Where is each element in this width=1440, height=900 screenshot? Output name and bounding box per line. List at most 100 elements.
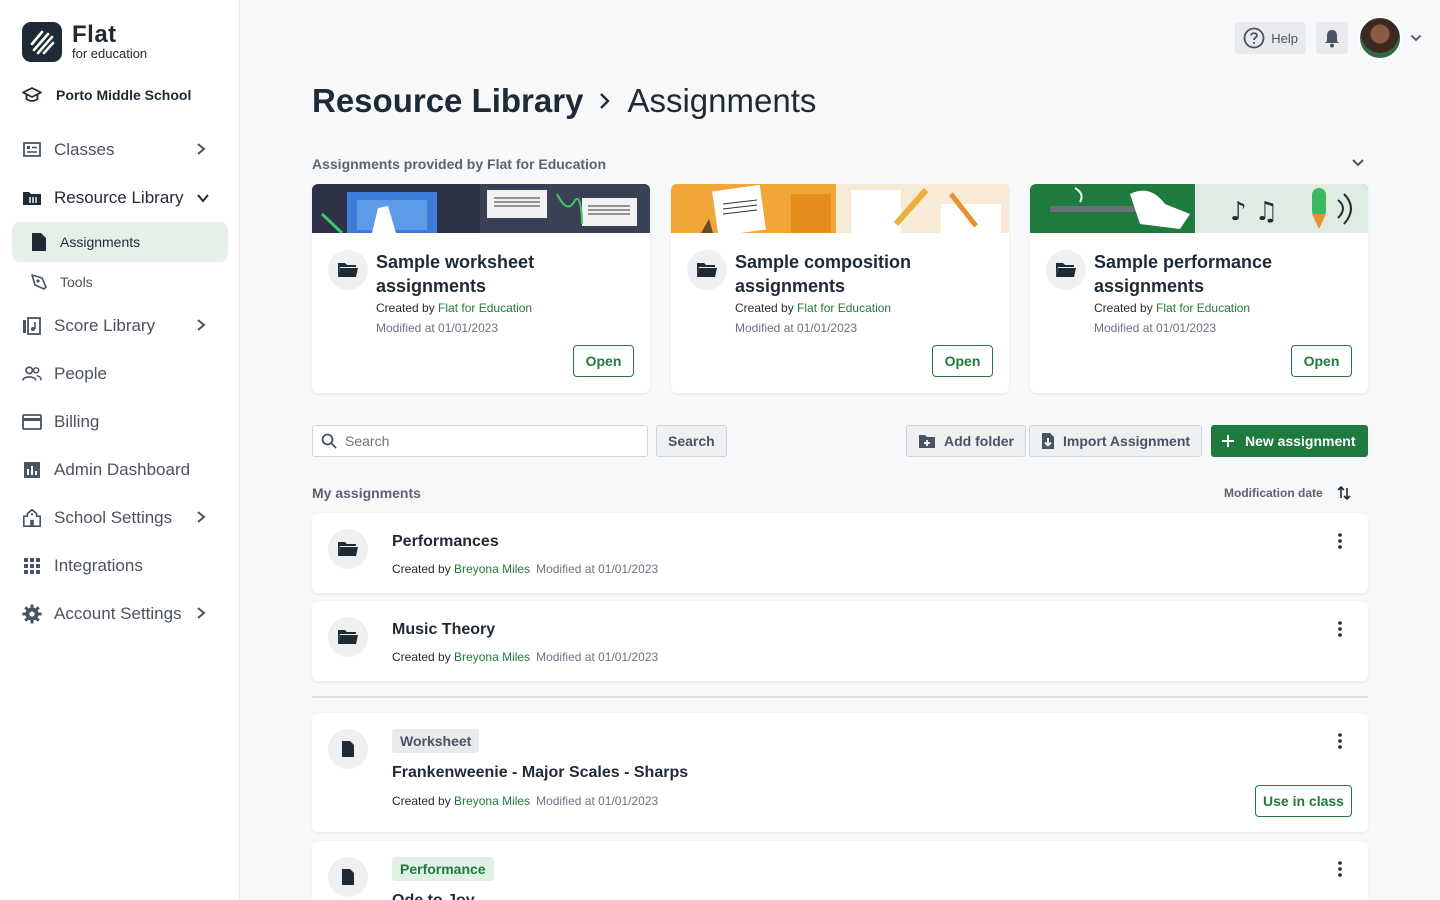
row-meta: Created by Breyona Miles Modified at 01/0… — [392, 650, 659, 664]
author-link[interactable]: Flat for Education — [1156, 301, 1250, 315]
flat-logo-icon — [22, 22, 62, 62]
new-assignment-button[interactable]: New assignment — [1211, 425, 1368, 457]
graduation-cap-icon — [22, 87, 42, 102]
assignment-row[interactable]: Performance Ode to Joy — [312, 841, 1368, 900]
help-button[interactable]: Help — [1235, 22, 1306, 54]
author-link[interactable]: Flat for Education — [438, 301, 532, 315]
sidebar: Flat for education Porto Middle School C… — [0, 0, 240, 900]
sample-card-worksheet[interactable]: Sample worksheet assignments Created by … — [312, 184, 650, 393]
add-folder-button[interactable]: Add folder — [906, 425, 1026, 457]
sort-label[interactable]: Modification date — [1224, 486, 1323, 500]
open-button[interactable]: Open — [1291, 345, 1352, 377]
sample-card-performance[interactable]: ♪ ♫ Sample performance assignments Creat… — [1030, 184, 1368, 393]
school-name: Porto Middle School — [56, 87, 192, 103]
assignment-row[interactable]: Worksheet Frankenweenie - Major Scales -… — [312, 713, 1368, 832]
more-options-icon[interactable] — [1332, 619, 1348, 639]
question-circle-icon — [1243, 27, 1265, 49]
chevron-right-icon — [197, 607, 206, 619]
open-button[interactable]: Open — [932, 345, 993, 377]
author-link[interactable]: Flat for Education — [797, 301, 891, 315]
app-logo[interactable]: Flat for education — [22, 22, 147, 62]
sidebar-item-label: Resource Library — [54, 188, 184, 207]
logo-title: Flat — [72, 21, 117, 48]
sidebar-item-label: Score Library — [54, 316, 156, 335]
sort-icon[interactable] — [1337, 485, 1351, 501]
my-assignments-title: My assignments — [312, 485, 421, 501]
more-options-icon[interactable] — [1332, 531, 1348, 551]
chevron-down-icon[interactable] — [1410, 34, 1422, 42]
page-title: Assignments — [627, 82, 817, 119]
sidebar-nav: Classes Resource Library Assignments Too… — [0, 126, 240, 638]
pen-tool-icon — [30, 273, 48, 291]
author-link[interactable]: Breyona Miles — [454, 562, 530, 576]
school-icon — [22, 508, 42, 528]
sidebar-item-label: Admin Dashboard — [54, 460, 191, 479]
sidebar-item-account-settings[interactable]: Account Settings — [0, 590, 240, 638]
author-link[interactable]: Breyona Miles — [454, 794, 530, 808]
open-button[interactable]: Open — [573, 345, 634, 377]
chevron-down-icon[interactable] — [1351, 156, 1365, 170]
chevron-right-icon — [197, 319, 206, 331]
school-selector[interactable]: Porto Middle School — [22, 86, 191, 104]
sidebar-item-label: Classes — [54, 140, 115, 159]
grid-icon — [22, 556, 42, 576]
breadcrumb-parent[interactable]: Resource Library — [312, 82, 583, 120]
use-in-class-button[interactable]: Use in class — [1255, 785, 1352, 817]
card-author: Created by Flat for Education — [1094, 301, 1251, 315]
sidebar-item-billing[interactable]: Billing — [0, 398, 240, 446]
classes-icon — [22, 140, 42, 160]
breadcrumb: Resource Library Assignments — [312, 80, 816, 122]
author-link[interactable]: Breyona Miles — [454, 650, 530, 664]
folder-row[interactable]: Music Theory Created by Breyona Miles Mod… — [312, 601, 1368, 681]
folder-icon — [328, 250, 368, 290]
chevron-down-icon — [197, 194, 209, 203]
logo-subtitle: for education — [72, 46, 148, 61]
folder-row[interactable]: Performances Created by Breyona Miles Mod… — [312, 513, 1368, 593]
import-assignment-button[interactable]: Import Assignment — [1029, 425, 1203, 457]
notifications-button[interactable] — [1316, 22, 1348, 54]
search-input[interactable] — [345, 433, 625, 449]
sidebar-item-resource-library[interactable]: Resource Library — [0, 174, 240, 222]
card-illustration: ♪ ♫ — [1030, 184, 1368, 233]
sidebar-item-people[interactable]: People — [0, 350, 240, 398]
sidebar-item-school-settings[interactable]: School Settings — [0, 494, 240, 542]
search-icon — [321, 433, 337, 449]
worksheet-tag: Worksheet — [392, 729, 480, 753]
row-title: Music Theory — [392, 621, 496, 638]
sidebar-item-label: Billing — [54, 412, 100, 431]
row-meta: Created by Breyona Miles Modified at 01/0… — [392, 562, 659, 576]
more-options-icon[interactable] — [1332, 731, 1348, 751]
billing-icon — [22, 412, 42, 432]
search-box — [312, 425, 648, 457]
library-icon — [22, 188, 42, 208]
sample-card-composition[interactable]: Sample composition assignments Created b… — [671, 184, 1009, 393]
people-icon — [22, 364, 42, 384]
performance-tag: Performance — [392, 857, 494, 881]
card-author: Created by Flat for Education — [735, 301, 892, 315]
sidebar-item-tools[interactable]: Tools — [12, 262, 228, 302]
sidebar-item-label: People — [54, 364, 107, 383]
avatar[interactable] — [1358, 16, 1402, 60]
card-illustration — [671, 184, 1009, 233]
sidebar-item-classes[interactable]: Classes — [0, 126, 240, 174]
card-title: Sample worksheet assignments — [376, 252, 535, 296]
search-button[interactable]: Search — [656, 425, 727, 457]
row-title: Ode to Joy — [392, 892, 475, 900]
sidebar-item-admin-dashboard[interactable]: Admin Dashboard — [0, 446, 240, 494]
sidebar-item-assignments[interactable]: Assignments — [12, 222, 228, 262]
help-label: Help — [1271, 30, 1298, 46]
topbar: Help — [1235, 16, 1422, 60]
score-library-icon — [22, 316, 42, 336]
sidebar-item-score-library[interactable]: Score Library — [0, 302, 240, 350]
new-assignment-label: New assignment — [1245, 433, 1356, 449]
more-options-icon[interactable] — [1332, 859, 1348, 879]
card-illustration — [312, 184, 650, 233]
card-title: Sample composition assignments — [735, 252, 912, 296]
gear-icon — [22, 604, 42, 624]
sidebar-item-label: School Settings — [54, 508, 173, 527]
chevron-right-icon — [197, 511, 206, 523]
import-file-icon — [1042, 433, 1054, 449]
sidebar-item-integrations[interactable]: Integrations — [0, 542, 240, 590]
svg-text:♪ ♫: ♪ ♫ — [1230, 197, 1278, 227]
card-author: Created by Flat for Education — [376, 301, 533, 315]
